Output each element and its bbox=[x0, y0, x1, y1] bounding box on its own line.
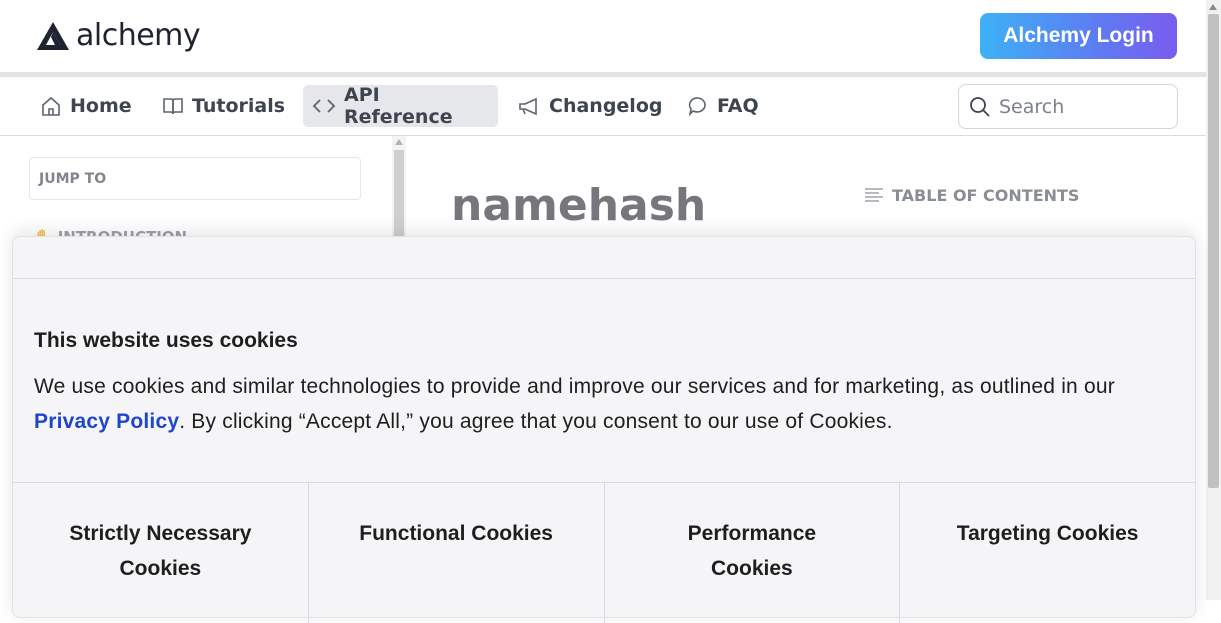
nav-changelog-label: Changelog bbox=[549, 95, 663, 117]
search-placeholder: Search bbox=[999, 95, 1065, 118]
nav-tutorials-label: Tutorials bbox=[192, 95, 286, 117]
megaphone-icon bbox=[519, 97, 537, 116]
cookie-category-strictly-necessary[interactable]: Strictly Necessary Cookies bbox=[13, 483, 309, 623]
nav-changelog[interactable]: Changelog bbox=[508, 85, 671, 127]
cookie-banner: This website uses cookies We use cookies… bbox=[12, 236, 1196, 623]
cookie-categories: Strictly Necessary Cookies Functional Co… bbox=[13, 482, 1195, 623]
search-input[interactable]: Search bbox=[958, 84, 1178, 129]
book-icon bbox=[163, 98, 183, 115]
cookie-banner-text: We use cookies and similar technologies … bbox=[34, 369, 1184, 439]
nav-faq-label: FAQ bbox=[717, 95, 759, 117]
cookie-banner-divider bbox=[13, 278, 1195, 279]
cookie-banner-title: This website uses cookies bbox=[34, 329, 298, 352]
top-header: alchemy Alchemy Login bbox=[0, 0, 1221, 72]
nav-home[interactable]: Home bbox=[31, 85, 141, 127]
chat-bubble-icon bbox=[688, 97, 706, 117]
cookie-category-performance[interactable]: Performance Cookies bbox=[605, 483, 901, 623]
search-icon bbox=[970, 96, 990, 117]
cookie-category-functional[interactable]: Functional Cookies bbox=[309, 483, 605, 623]
alchemy-login-button[interactable]: Alchemy Login bbox=[980, 13, 1177, 59]
page-scroll-thumb[interactable] bbox=[1208, 14, 1219, 488]
cookie-text-before: We use cookies and similar technologies … bbox=[34, 375, 1115, 398]
nav-tutorials[interactable]: Tutorials bbox=[153, 85, 294, 127]
nav-faq[interactable]: FAQ bbox=[678, 85, 768, 127]
page-scrollbar[interactable] bbox=[1206, 0, 1221, 600]
nav-api-reference-label: API Reference bbox=[344, 84, 453, 128]
page-scroll-up-arrow-icon[interactable] bbox=[1209, 4, 1217, 10]
nav-api-reference[interactable]: API Reference bbox=[303, 84, 498, 128]
privacy-policy-link[interactable]: Privacy Policy bbox=[34, 410, 179, 433]
cookie-text-after: . By clicking “Accept All,” you agree th… bbox=[179, 410, 893, 433]
alchemy-logo-icon bbox=[37, 21, 69, 50]
home-icon bbox=[42, 96, 60, 116]
code-icon bbox=[312, 99, 336, 113]
alchemy-logo[interactable]: alchemy bbox=[36, 18, 201, 53]
cookie-category-targeting[interactable]: Targeting Cookies bbox=[900, 483, 1195, 623]
logo-text: alchemy bbox=[76, 18, 201, 53]
nav-home-label: Home bbox=[70, 95, 132, 117]
